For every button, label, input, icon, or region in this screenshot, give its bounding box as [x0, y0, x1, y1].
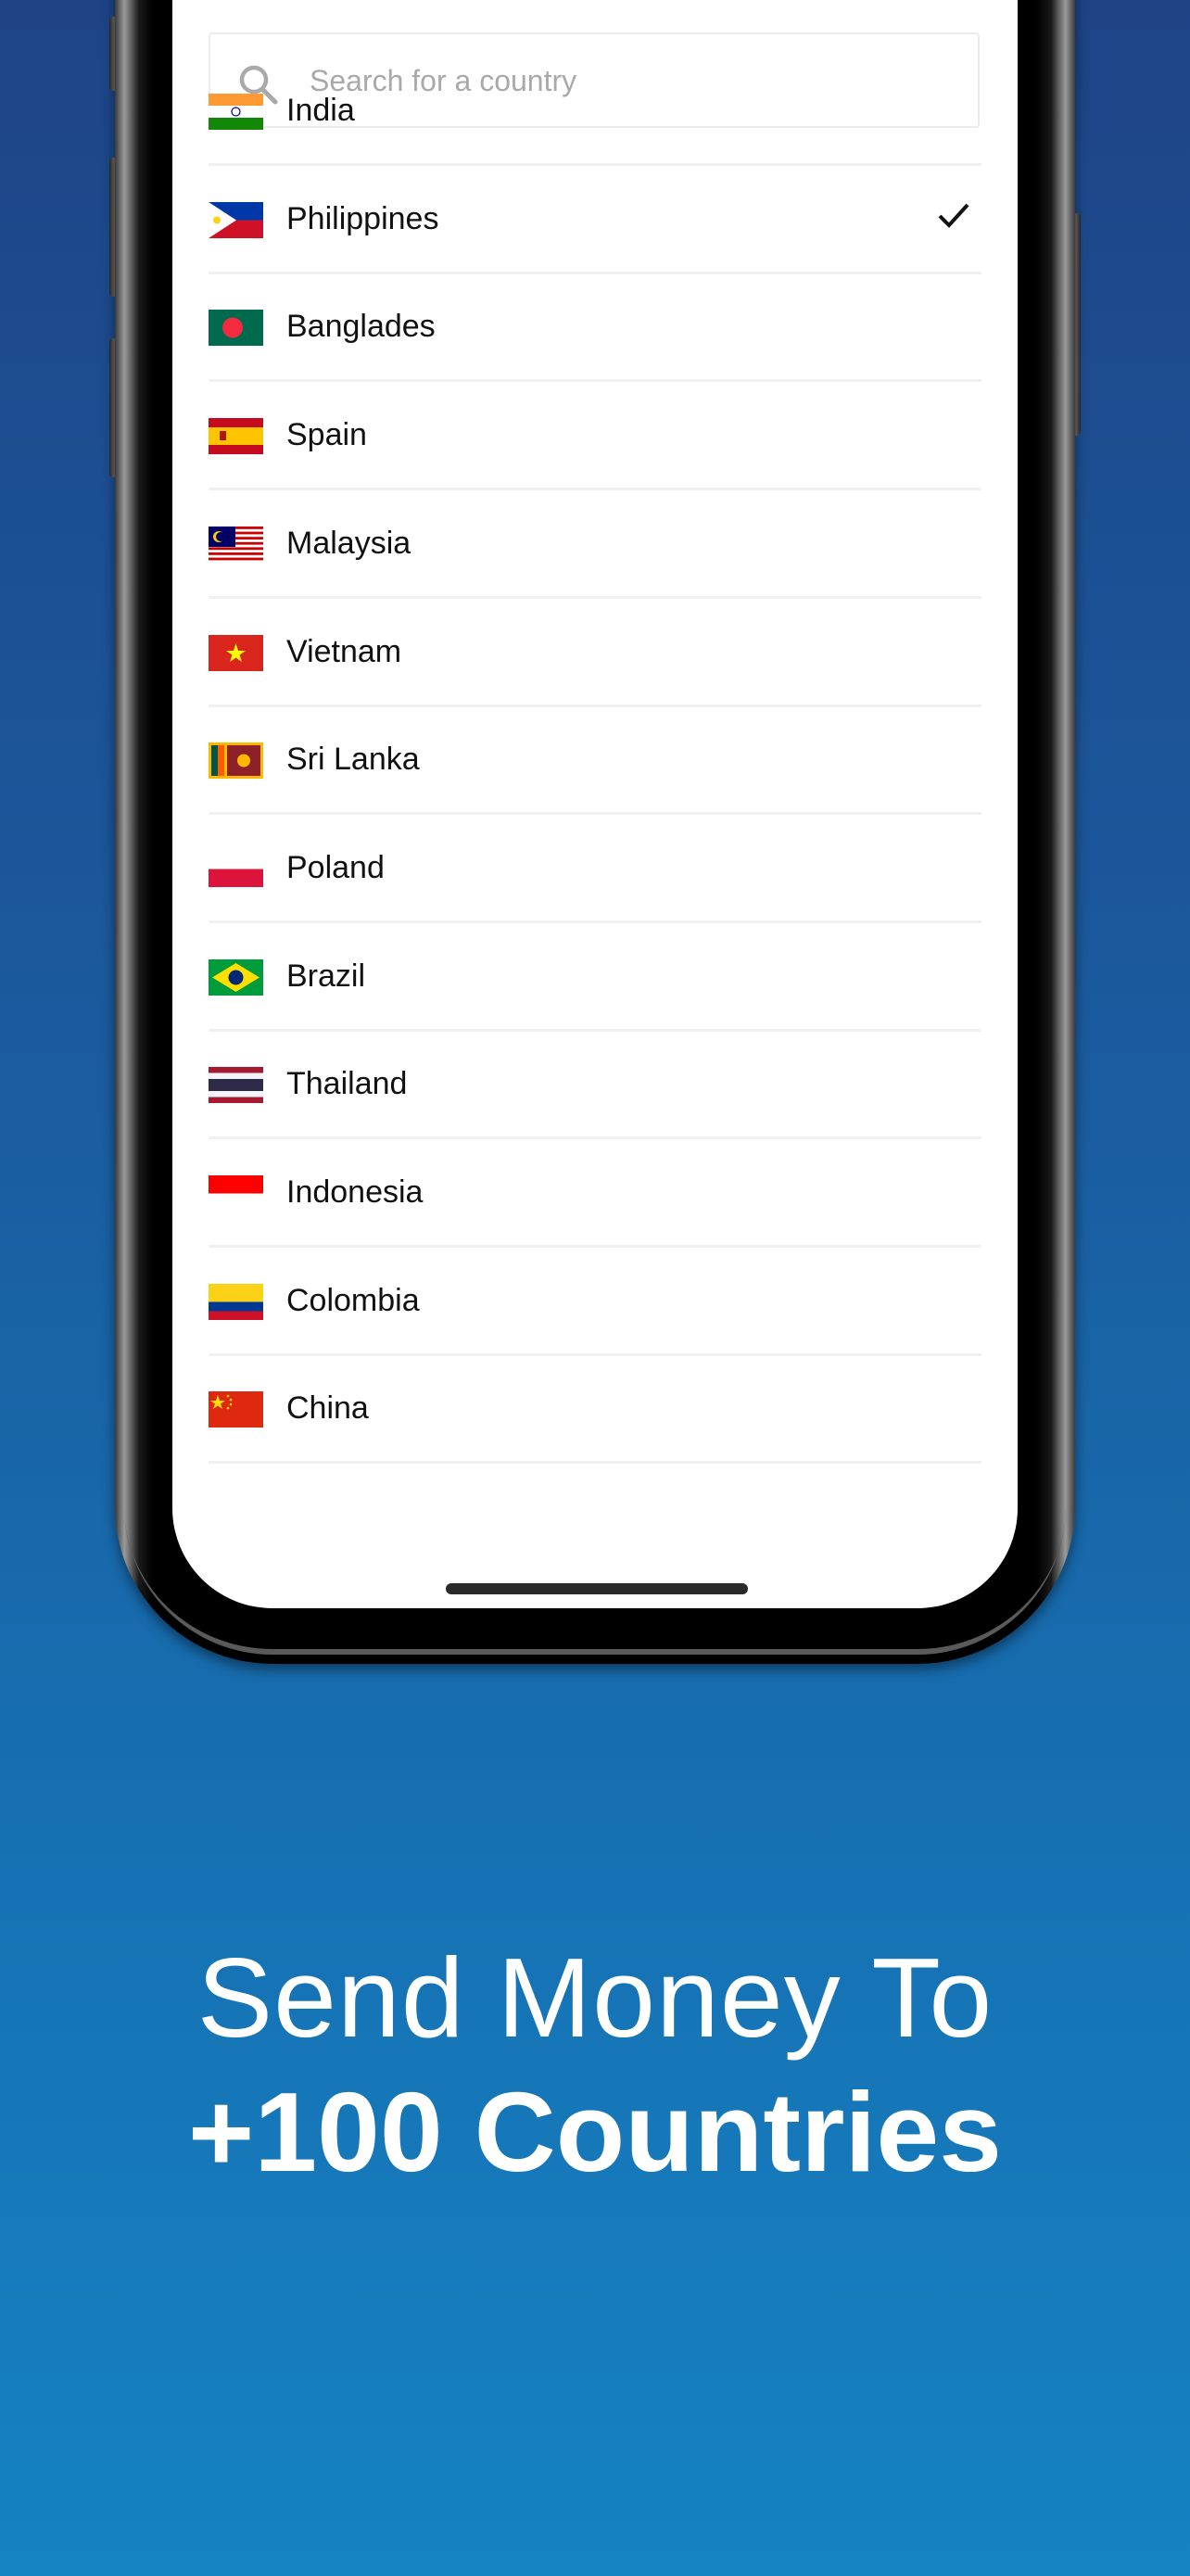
country-row[interactable]: Banglades [209, 274, 981, 383]
flag-icon [209, 742, 263, 780]
flag-icon [209, 418, 263, 455]
country-row[interactable]: Philippines [209, 167, 981, 274]
country-name: Spain [286, 417, 367, 453]
flag-icon [209, 1175, 263, 1212]
country-row[interactable]: India [209, 58, 981, 166]
headline-line-2: +100 Countries [187, 2069, 1003, 2195]
country-name: Poland [286, 849, 385, 885]
flag-icon [209, 310, 263, 347]
country-name: Banglades [286, 309, 436, 345]
flag-icon [209, 850, 263, 887]
flag-icon [209, 94, 263, 130]
flag-icon [209, 1067, 263, 1104]
country-row[interactable]: Malaysia [209, 491, 981, 599]
country-name: Malaysia [286, 525, 411, 561]
country-name: Philippines [286, 200, 439, 236]
country-name: Brazil [286, 958, 366, 994]
country-row[interactable]: Thailand [209, 1032, 981, 1140]
headline-line-1: Send Money To [196, 1935, 994, 2061]
country-row[interactable]: Spain [209, 383, 981, 491]
country-row[interactable]: Colombia [209, 1249, 981, 1356]
country-name: India [286, 93, 355, 128]
flag-icon [209, 201, 263, 238]
phone-mockup: India Philippines Banglades Spain Malays… [115, 0, 1075, 1664]
country-row[interactable]: Vietnam [209, 600, 981, 707]
flag-icon [209, 526, 263, 563]
country-name: Thailand [286, 1066, 408, 1102]
country-row[interactable]: China [209, 1356, 981, 1465]
flag-icon [209, 1283, 263, 1320]
phone-screen: India Philippines Banglades Spain Malays… [172, 0, 1018, 1608]
country-row[interactable]: Poland [209, 816, 981, 923]
country-name: Vietnam [286, 633, 402, 669]
country-name: Sri Lanka [286, 742, 420, 778]
checkmark-icon [938, 203, 969, 228]
country-name: Indonesia [286, 1174, 424, 1210]
country-name: Colombia [286, 1282, 420, 1318]
flag-icon [209, 634, 263, 671]
country-row[interactable]: Sri Lanka [209, 707, 981, 816]
country-row[interactable]: Indonesia [209, 1140, 981, 1248]
flag-icon [209, 1391, 263, 1428]
country-row[interactable]: Brazil [209, 924, 981, 1032]
flag-icon [209, 958, 263, 996]
home-indicator[interactable] [446, 1583, 748, 1594]
country-name: China [286, 1390, 369, 1427]
